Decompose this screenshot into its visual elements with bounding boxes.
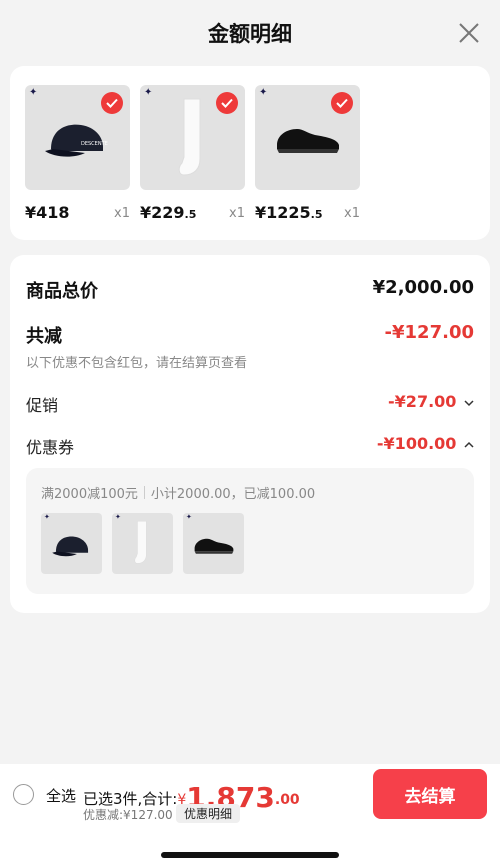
brand-logo-icon: ✦ [115, 513, 121, 521]
sneaker-icon [277, 129, 339, 153]
reduce-value: -¥127.00 [384, 322, 474, 343]
coupon-description: 满2000减100元 小计2000.00，已减100.00 [41, 483, 315, 502]
coupon-value: -¥100.00 [376, 434, 457, 453]
product-image: ✦ [140, 85, 245, 190]
divider [143, 486, 145, 499]
checkout-bar: 全选 已选3件,合计:¥1,873.00 优惠减:¥127.00 优惠明细 去结… [0, 764, 500, 868]
chevron-up-icon[interactable] [464, 441, 474, 449]
check-icon[interactable] [216, 92, 238, 114]
coupon-subtotal: 小计2000.00，已减100.00 [150, 487, 316, 502]
discount-note: 以下优惠不包含红包，请在结算页查看 [26, 356, 248, 371]
product-price: ¥418 [25, 203, 70, 222]
sneaker-icon [194, 538, 234, 554]
coupon-row[interactable]: 优惠券 -¥100.00 [26, 434, 474, 457]
product-item[interactable]: ✦ ¥229.5 x1 [140, 85, 245, 226]
reduce-label: 共减 [26, 326, 62, 347]
product-item[interactable]: ✦ DESCENTE ¥418 x1 [25, 85, 130, 226]
coupon-label: 优惠券 [26, 438, 75, 457]
product-qty: x1 [229, 206, 245, 221]
sock-icon [134, 520, 147, 564]
product-price: ¥229.5 [140, 203, 197, 222]
summary-card: 商品总价 ¥2,000.00 共减 -¥127.00 以下优惠不包含红包，请在结… [10, 255, 490, 613]
total-value: ¥2,000.00 [372, 277, 474, 298]
brand-logo-icon: ✦ [259, 87, 268, 98]
brand-logo-icon: ✦ [44, 513, 50, 521]
check-icon[interactable] [101, 92, 123, 114]
discount-detail-button[interactable]: 优惠明细 [176, 804, 241, 823]
coupon-rule: 满2000减100元 [41, 487, 138, 502]
coupon-product-thumb: ✦ [41, 513, 102, 574]
check-icon[interactable] [331, 92, 353, 114]
close-icon[interactable] [458, 22, 480, 44]
brand-logo-icon: ✦ [186, 513, 192, 521]
promo-value: -¥27.00 [388, 392, 457, 411]
product-image: ✦ [255, 85, 360, 190]
total-row: 商品总价 ¥2,000.00 [26, 277, 474, 302]
sheet-title: 金额明细 [208, 22, 292, 46]
product-qty: x1 [114, 206, 130, 221]
chevron-down-icon[interactable] [464, 399, 474, 407]
promo-label: 促销 [26, 396, 59, 415]
coupon-value-wrap: -¥100.00 [377, 434, 474, 453]
baseball-cap-icon [52, 536, 89, 557]
select-all-label[interactable]: 全选 [46, 785, 76, 806]
promo-value-wrap: -¥27.00 [388, 392, 474, 411]
select-all-radio[interactable] [13, 784, 34, 805]
products-card: ✦ DESCENTE ¥418 x1 ✦ ¥229.5 x1 ✦ ¥1225.5… [10, 66, 490, 240]
brand-logo-icon: ✦ [144, 87, 153, 98]
reduce-row: 共减 -¥127.00 [26, 322, 474, 347]
home-indicator [161, 852, 339, 858]
checkout-button[interactable]: 去结算 [373, 769, 487, 819]
discount-text: 优惠减:¥127.00 [83, 808, 173, 822]
svg-text:DESCENTE: DESCENTE [81, 141, 108, 147]
product-image: ✦ DESCENTE [25, 85, 130, 190]
coupon-product-thumb: ✦ [112, 513, 173, 574]
total-label: 商品总价 [26, 281, 98, 302]
product-qty: x1 [344, 206, 360, 221]
sock-icon [178, 98, 201, 176]
coupon-product-thumb: ✦ [183, 513, 244, 574]
product-item[interactable]: ✦ ¥1225.5 x1 [255, 85, 360, 226]
total-decimal: .00 [274, 792, 300, 808]
baseball-cap-icon: DESCENTE [45, 124, 108, 157]
product-price: ¥1225.5 [255, 203, 323, 222]
coupon-detail-box: 满2000减100元 小计2000.00，已减100.00 ✦ ✦ ✦ [26, 468, 474, 594]
brand-logo-icon: ✦ [29, 87, 38, 98]
sheet-header: 金额明细 [0, 0, 500, 66]
promo-row[interactable]: 促销 -¥27.00 [26, 392, 474, 415]
